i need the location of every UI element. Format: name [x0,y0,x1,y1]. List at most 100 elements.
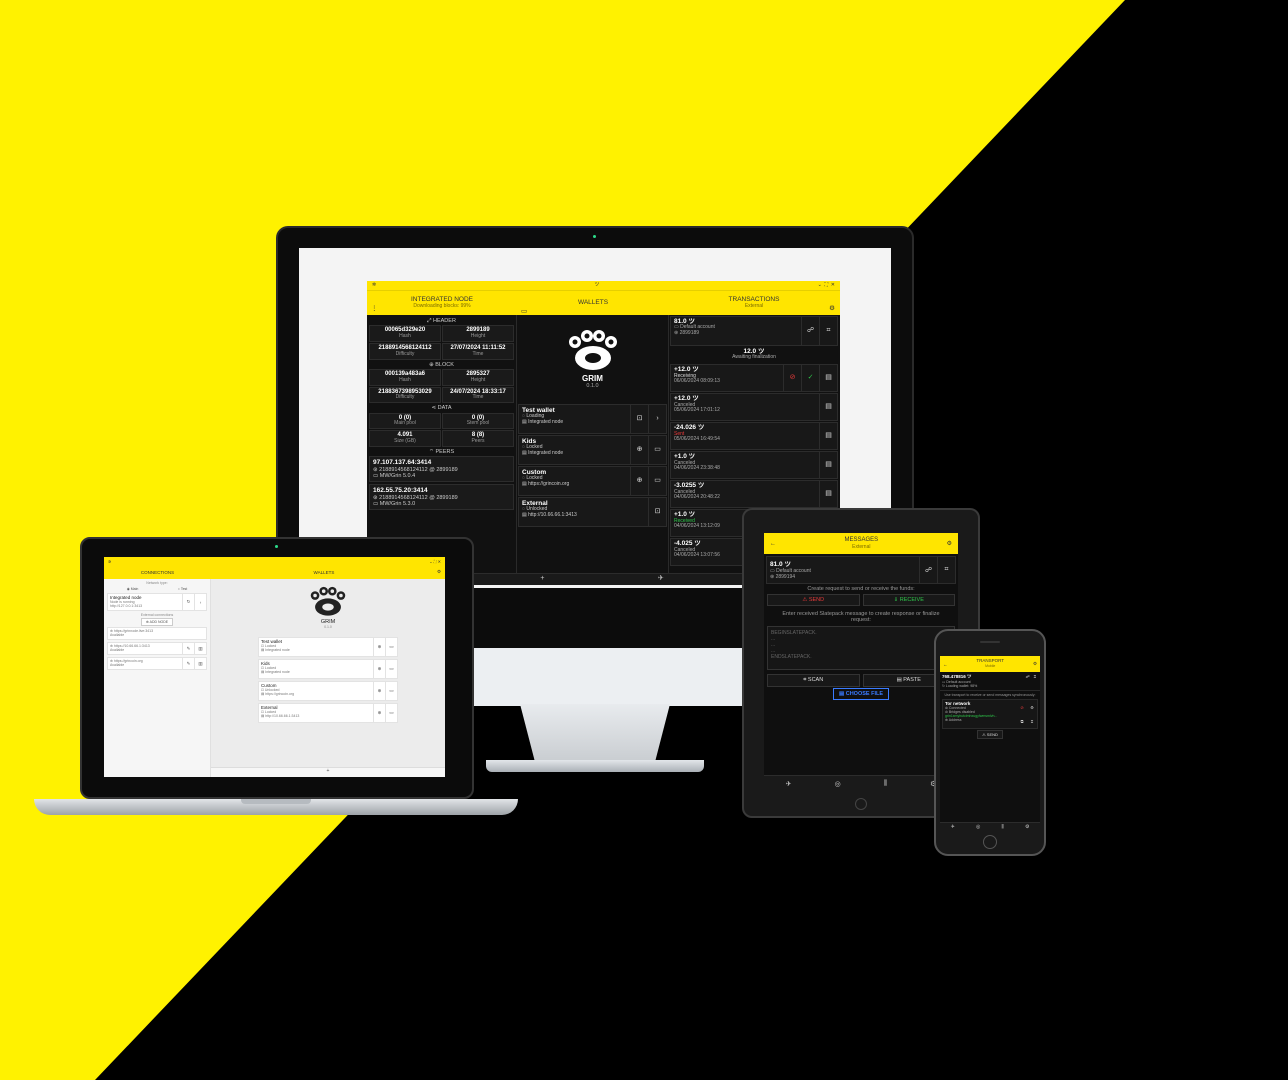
cancel-icon[interactable]: ⊘ [783,365,801,392]
transport-icon[interactable]: ✈ [951,824,955,830]
globe-icon[interactable]: ⊕ [373,704,385,722]
stop-icon[interactable]: ⊘ [1020,705,1023,710]
transport-icon[interactable]: ✈ [658,575,664,583]
globe-icon[interactable]: ⊕ [373,660,385,678]
stat-cell: 8 (8) Peers [442,430,514,447]
peer-item[interactable]: 97.107.137.64:3414 ⊛ 2188914568124112 @ 2… [369,456,514,483]
scan-button[interactable]: ⌗ SCAN [767,674,860,687]
laptop-logo: GRIM 0.1.0 [305,579,351,635]
qr-icon[interactable]: ⌗ [1031,719,1033,724]
transaction-item[interactable]: +12.0 ツ Receiving 06/06/2024 08:09:13 ⊘ ✓ ▤ [670,364,838,393]
gear-icon[interactable]: ⚙ [1030,705,1034,710]
transport-subtitle: Mobile [985,664,996,668]
slatepack-input[interactable]: BEGINSLATEPACK.......... ENDSLATEPACK. [767,626,955,670]
back-arrow-icon[interactable]: ← [770,541,776,547]
send-button[interactable]: ⚠ SEND [977,730,1003,739]
gear-icon[interactable]: ⚙ [947,540,952,547]
choose-file-button[interactable]: ▤ CHOOSE FILE [832,688,889,700]
globe-icon[interactable]: ⊕ [373,682,385,700]
copy-icon[interactable]: ⧉ [1021,719,1024,724]
folder-icon[interactable]: ▭ [385,704,397,722]
header-stats: 00065d329e20 Hash 2899189 Height 21889145681… [369,325,514,360]
file-icon[interactable]: ▤ [819,365,837,392]
accounts-icon[interactable]: ☍ [801,317,819,345]
scan-icon[interactable]: ⌗ [819,317,837,345]
gear-icon[interactable]: ⚙ [437,569,445,575]
scan-icon[interactable]: ⌗ [937,557,955,583]
globe-icon[interactable]: ⊕ [630,436,648,464]
lock-icon[interactable]: ⊡ [630,405,648,433]
tablet-header: ← MESSAGES External ⚙ [764,533,958,554]
chevron-right-icon[interactable]: › [194,594,206,610]
window-controls[interactable]: ⌄ ⛶ ✕ [818,282,835,289]
edit-icon[interactable]: ✎ [182,658,194,669]
file-icon[interactable]: ▤ [819,481,837,508]
delete-icon[interactable]: ▥ [194,643,206,654]
accounts-icon[interactable]: ☍ [919,557,937,583]
gear-icon[interactable]: ⚙ [1025,824,1029,830]
confirm-icon[interactable]: ✓ [801,365,819,392]
integrated-node-row[interactable]: Integrated node Node is running http://127… [107,593,207,611]
chevron-right-icon[interactable]: › [648,405,666,433]
stat-cell: 2188914568124112 Difficulty [369,342,441,360]
messages-icon[interactable]: ◎ [835,780,841,788]
wallet-item[interactable]: Kids ◌ Locked ▤ Integrated node ⊕ ▭ [518,435,667,465]
phone-home-button[interactable] [983,835,997,849]
wallet-item[interactable]: External ⊡ Locked ▤ http://10.66.66.1:3413… [258,703,398,723]
transport-icon[interactable]: ✈ [786,780,792,788]
folder-icon[interactable]: ▭ [648,467,666,495]
receive-button[interactable]: ⇓ RECEIVE [862,594,955,606]
filters-icon[interactable]: ⫼ [884,780,887,788]
file-icon[interactable]: ▤ [819,423,837,450]
filters-icon[interactable]: ⫼ [1001,824,1003,830]
globe-icon[interactable]: ⊕ [373,638,385,656]
peer-item[interactable]: 162.55.75.20:3414 ⊛ 2188914568124112 @ 28… [369,484,514,511]
wallet-item[interactable]: External ◌ Unlocked ▤ http://10.66.66.1:34… [518,497,667,527]
wallet-item[interactable]: Custom ◌ Locked ▤ https://grincoin.org ⊕ ▭ [518,466,667,496]
settings-icon[interactable]: ✲ [372,282,376,289]
folder-icon[interactable]: ▭ [385,682,397,700]
file-icon[interactable]: ▤ [819,452,837,479]
gear-icon[interactable]: ⚙ [1033,661,1037,667]
external-node-item[interactable]: ⊕ https://10.66.66.1:3413 Available ✎ ▥ [107,642,207,655]
transaction-item[interactable]: -24.026 ツ Sent 05/06/2024 16:49:54 ▤ [670,422,838,451]
wallet-item[interactable]: Kids ⊡ Locked ▤ Integrated node ⊕ ▭ [258,659,398,679]
wallet-connection: ▤ Integrated node [522,419,564,426]
window-controls[interactable]: ⌄ ⛶ ✕ [429,559,441,564]
send-button[interactable]: ⚠ SEND [767,594,860,606]
delete-icon[interactable]: ▥ [194,658,206,669]
gear-icon[interactable]: ⚙ [829,305,835,312]
edit-icon[interactable]: ✎ [182,643,194,654]
wallet-item[interactable]: Test wallet ◌ Loading ▤ Integrated node ⊡ › [518,404,667,434]
transaction-item[interactable]: +1.0 ツ Canceled 04/06/2024 23:38:48 ▤ [670,451,838,480]
folder-icon[interactable]: ▭ [385,638,397,656]
folder-icon[interactable]: ▭ [385,660,397,678]
transaction-item[interactable]: -3.0255 ツ Canceled 04/06/2024 20:48:22 ▤ [670,480,838,509]
tx-date: 06/06/2024 08:09:13 [674,378,720,385]
scan-icon[interactable]: ⌗ [1032,674,1038,688]
radio-main[interactable]: ◉ Main [127,587,139,591]
messages-icon[interactable]: ◎ [976,824,980,830]
globe-icon[interactable]: ⊕ [630,467,648,495]
file-icon[interactable]: ▤ [819,394,837,421]
lock-icon[interactable]: ⊡ [648,498,666,526]
restart-icon[interactable]: ↻ [182,594,194,610]
external-node-item[interactable]: ⊕ https://grinnode.live:3413 Available [107,627,207,640]
tx-amount: +12.0 ツ [674,395,699,403]
add-wallet-button[interactable]: + [211,767,445,777]
wallet-item[interactable]: Test wallet ⊡ Locked ▤ Integrated node ⊕ ▭ [258,637,398,657]
wallet-item[interactable]: Custom ⊡ Unlocked ▤ https://grincoin.org ⊕ ▭ [258,681,398,701]
accounts-icon[interactable]: ☍ [1024,674,1032,688]
radio-test[interactable]: ○ Test [178,587,187,591]
folder-icon[interactable]: ▭ [648,436,666,464]
wallets-title: WALLETS [313,569,335,575]
transaction-item[interactable]: +12.0 ツ Canceled 05/06/2024 17:01:12 ▤ [670,393,838,422]
tablet-home-button[interactable] [855,798,867,810]
sidebar-toggle-icon[interactable]: ▭ [521,308,527,315]
add-wallet-icon[interactable]: + [540,575,544,583]
add-node-button[interactable]: ⊕ ADD NODE [140,618,174,626]
menu-icon[interactable]: ⋮ [371,305,378,312]
settings-icon[interactable]: ✲ [108,559,111,564]
external-node-item[interactable]: ⊕ https://grincoin.org Available ✎ ▥ [107,657,207,670]
back-arrow-icon[interactable]: ← [943,662,948,667]
